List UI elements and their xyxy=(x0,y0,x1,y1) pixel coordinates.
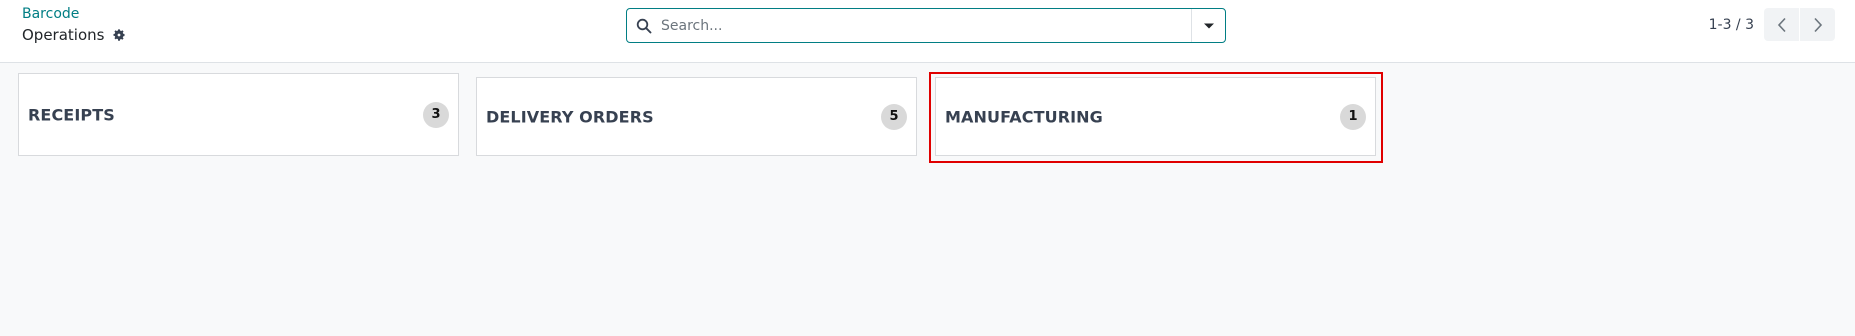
card-title: MANUFACTURING xyxy=(945,107,1103,126)
pager: 1-3 / 3 xyxy=(1709,8,1835,41)
pager-value[interactable]: 1-3 / 3 xyxy=(1709,17,1754,33)
chevron-left-icon xyxy=(1777,17,1786,32)
caret-down-icon[interactable] xyxy=(1191,9,1225,42)
card-title: RECEIPTS xyxy=(28,105,115,124)
control-panel: Barcode Operations 1-3 / 3 xyxy=(0,0,1855,63)
card-count-badge: 1 xyxy=(1340,103,1366,130)
operation-card-manufacturing[interactable]: MANUFACTURING 1 xyxy=(935,77,1376,156)
pager-buttons xyxy=(1764,8,1835,41)
card-title: DELIVERY ORDERS xyxy=(486,107,654,126)
gear-icon[interactable] xyxy=(111,27,127,43)
search-input[interactable] xyxy=(661,9,1191,42)
search-box xyxy=(626,8,1226,43)
page-title-row: Operations xyxy=(22,26,127,44)
pager-previous-button[interactable] xyxy=(1764,8,1799,41)
breadcrumb-barcode[interactable]: Barcode xyxy=(22,6,79,22)
operation-card-receipts[interactable]: RECEIPTS 3 xyxy=(18,73,459,156)
card-count-badge: 3 xyxy=(423,101,449,128)
pager-next-button[interactable] xyxy=(1800,8,1835,41)
operation-card-delivery-orders[interactable]: DELIVERY ORDERS 5 xyxy=(476,77,917,156)
page-title: Operations xyxy=(22,26,105,44)
card-count-badge: 5 xyxy=(881,103,907,130)
chevron-right-icon xyxy=(1813,17,1822,32)
search-icon xyxy=(627,9,661,42)
